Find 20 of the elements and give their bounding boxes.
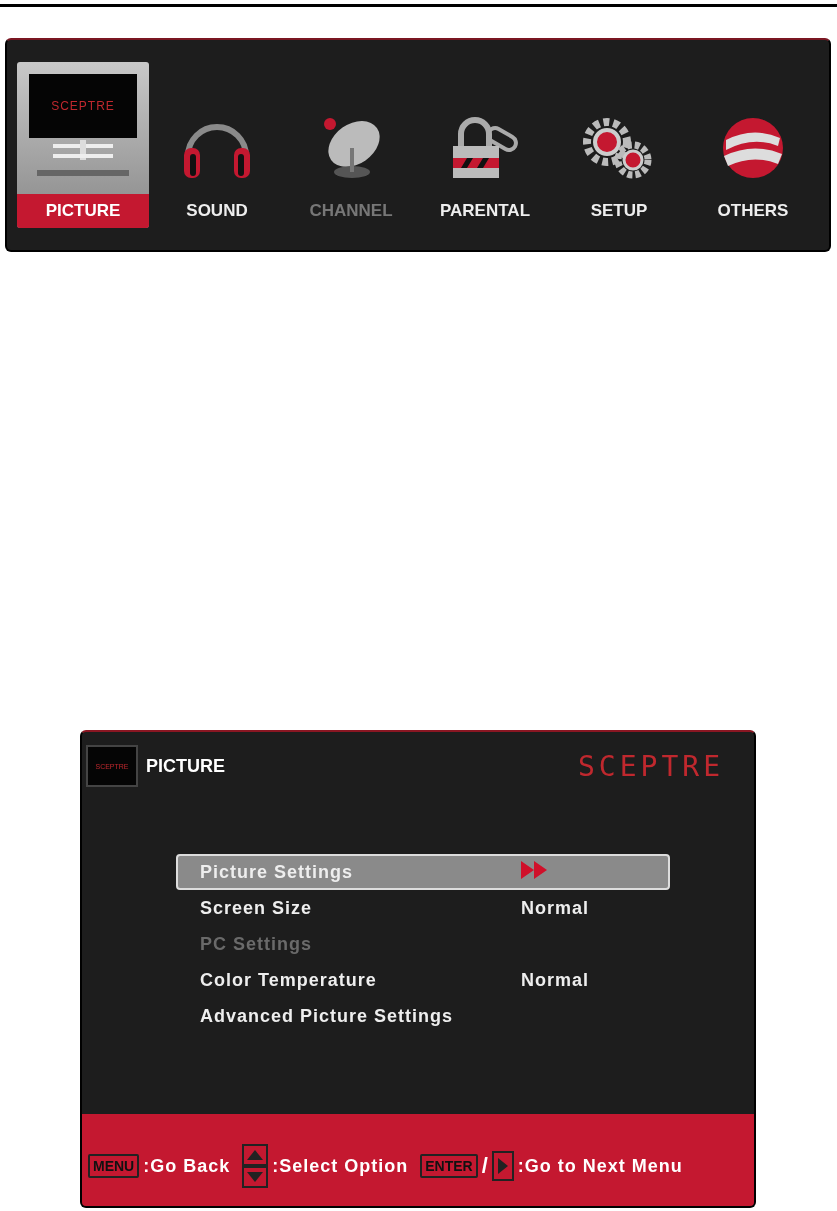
double-arrow-icon bbox=[521, 860, 547, 879]
menu-item[interactable]: Advanced Picture Settings bbox=[176, 998, 670, 1034]
menu-item[interactable]: Color Temperature Normal bbox=[176, 962, 670, 998]
hint-text: :Go to Next Menu bbox=[517, 1155, 683, 1177]
menu-tab[interactable]: SOUND bbox=[151, 62, 283, 228]
brand-logo: SCEPTRE bbox=[578, 749, 724, 783]
hint-text: :Select Option bbox=[272, 1155, 409, 1177]
right-key-icon bbox=[491, 1151, 514, 1181]
enter-key: ENTER bbox=[420, 1154, 478, 1178]
menu-tab[interactable]: PARENTAL bbox=[419, 62, 551, 228]
menu-title: PICTURE bbox=[146, 755, 226, 777]
menu-tab[interactable]: OTHERS bbox=[687, 62, 819, 228]
hint-text: :Go Back bbox=[143, 1155, 231, 1177]
menu-item[interactable]: Screen Size Normal bbox=[176, 890, 670, 926]
menu-key: MENU bbox=[88, 1154, 140, 1178]
up-down-keys-icon bbox=[242, 1144, 269, 1188]
menu-tab[interactable]: SCEPTRE PICTURE bbox=[17, 62, 149, 228]
tv-screen-logo: SCEPTRE bbox=[29, 74, 137, 138]
separator: / bbox=[481, 1153, 488, 1179]
menu-tab[interactable]: SETUP bbox=[553, 62, 685, 228]
